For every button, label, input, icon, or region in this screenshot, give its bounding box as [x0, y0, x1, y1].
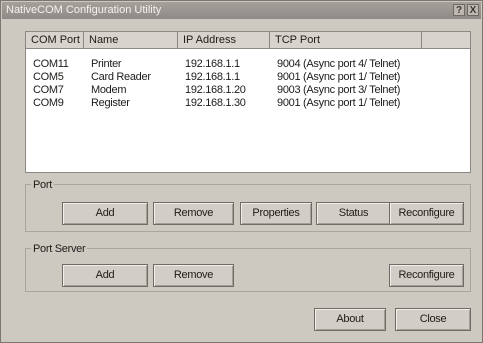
- list-row[interactable]: COM7 Modem 192.168.1.20 9003 (Async port…: [26, 84, 470, 97]
- cell-tcp-port: 9001 (Async port 1/ Telnet): [277, 97, 401, 109]
- title-bar[interactable]: NativeCOM Configuration Utility ? X: [2, 2, 481, 19]
- com-port-list[interactable]: COM Port Name IP Address TCP Port COM11 …: [25, 31, 471, 173]
- cell-name: Printer: [91, 58, 122, 70]
- port-status-button[interactable]: Status: [316, 202, 391, 225]
- cell-com-port: COM7: [33, 84, 64, 96]
- cell-name: Register: [91, 97, 130, 109]
- cell-name: Modem: [91, 84, 127, 96]
- port-add-button[interactable]: Add: [62, 202, 148, 225]
- cell-ip-address: 192.168.1.1: [185, 58, 240, 70]
- port-server-add-button[interactable]: Add: [62, 264, 148, 287]
- title-buttons: ? X: [453, 4, 479, 16]
- cell-com-port: COM11: [33, 58, 69, 70]
- port-reconfigure-button[interactable]: Reconfigure: [389, 202, 464, 225]
- cell-tcp-port: 9004 (Async port 4/ Telnet): [277, 58, 401, 70]
- close-button[interactable]: Close: [395, 308, 471, 331]
- help-icon[interactable]: ?: [453, 4, 465, 16]
- list-row[interactable]: COM11 Printer 192.168.1.1 9004 (Async po…: [26, 58, 470, 71]
- column-header-empty: [422, 32, 470, 48]
- port-group: Port Add Remove Properties Status Reconf…: [25, 179, 471, 232]
- column-header-ip-address[interactable]: IP Address: [178, 32, 270, 48]
- port-properties-button[interactable]: Properties: [240, 202, 312, 225]
- close-icon[interactable]: X: [467, 4, 479, 16]
- cell-ip-address: 192.168.1.1: [185, 71, 240, 83]
- window-title: NativeCOM Configuration Utility: [6, 4, 162, 16]
- port-server-remove-button[interactable]: Remove: [153, 264, 234, 287]
- column-header-com-port[interactable]: COM Port: [26, 32, 84, 48]
- cell-com-port: COM5: [33, 71, 64, 83]
- column-header-name[interactable]: Name: [84, 32, 178, 48]
- port-server-group-label: Port Server: [31, 243, 88, 255]
- config-utility-window: NativeCOM Configuration Utility ? X COM …: [0, 0, 483, 343]
- cell-ip-address: 192.168.1.30: [185, 97, 246, 109]
- cell-tcp-port: 9001 (Async port 1/ Telnet): [277, 71, 401, 83]
- column-header-tcp-port[interactable]: TCP Port: [270, 32, 422, 48]
- port-server-group: Port Server Add Remove Reconfigure: [25, 243, 471, 292]
- list-row[interactable]: COM9 Register 192.168.1.30 9001 (Async p…: [26, 97, 470, 110]
- port-server-reconfigure-button[interactable]: Reconfigure: [389, 264, 464, 287]
- list-row[interactable]: COM5 Card Reader 192.168.1.1 9001 (Async…: [26, 71, 470, 84]
- cell-ip-address: 192.168.1.20: [185, 84, 246, 96]
- cell-tcp-port: 9003 (Async port 3/ Telnet): [277, 84, 401, 96]
- list-header: COM Port Name IP Address TCP Port: [26, 32, 470, 49]
- port-remove-button[interactable]: Remove: [153, 202, 234, 225]
- cell-com-port: COM9: [33, 97, 64, 109]
- port-group-label: Port: [31, 179, 54, 191]
- list-body: COM11 Printer 192.168.1.1 9004 (Async po…: [26, 49, 470, 110]
- cell-name: Card Reader: [91, 71, 151, 83]
- about-button[interactable]: About: [314, 308, 386, 331]
